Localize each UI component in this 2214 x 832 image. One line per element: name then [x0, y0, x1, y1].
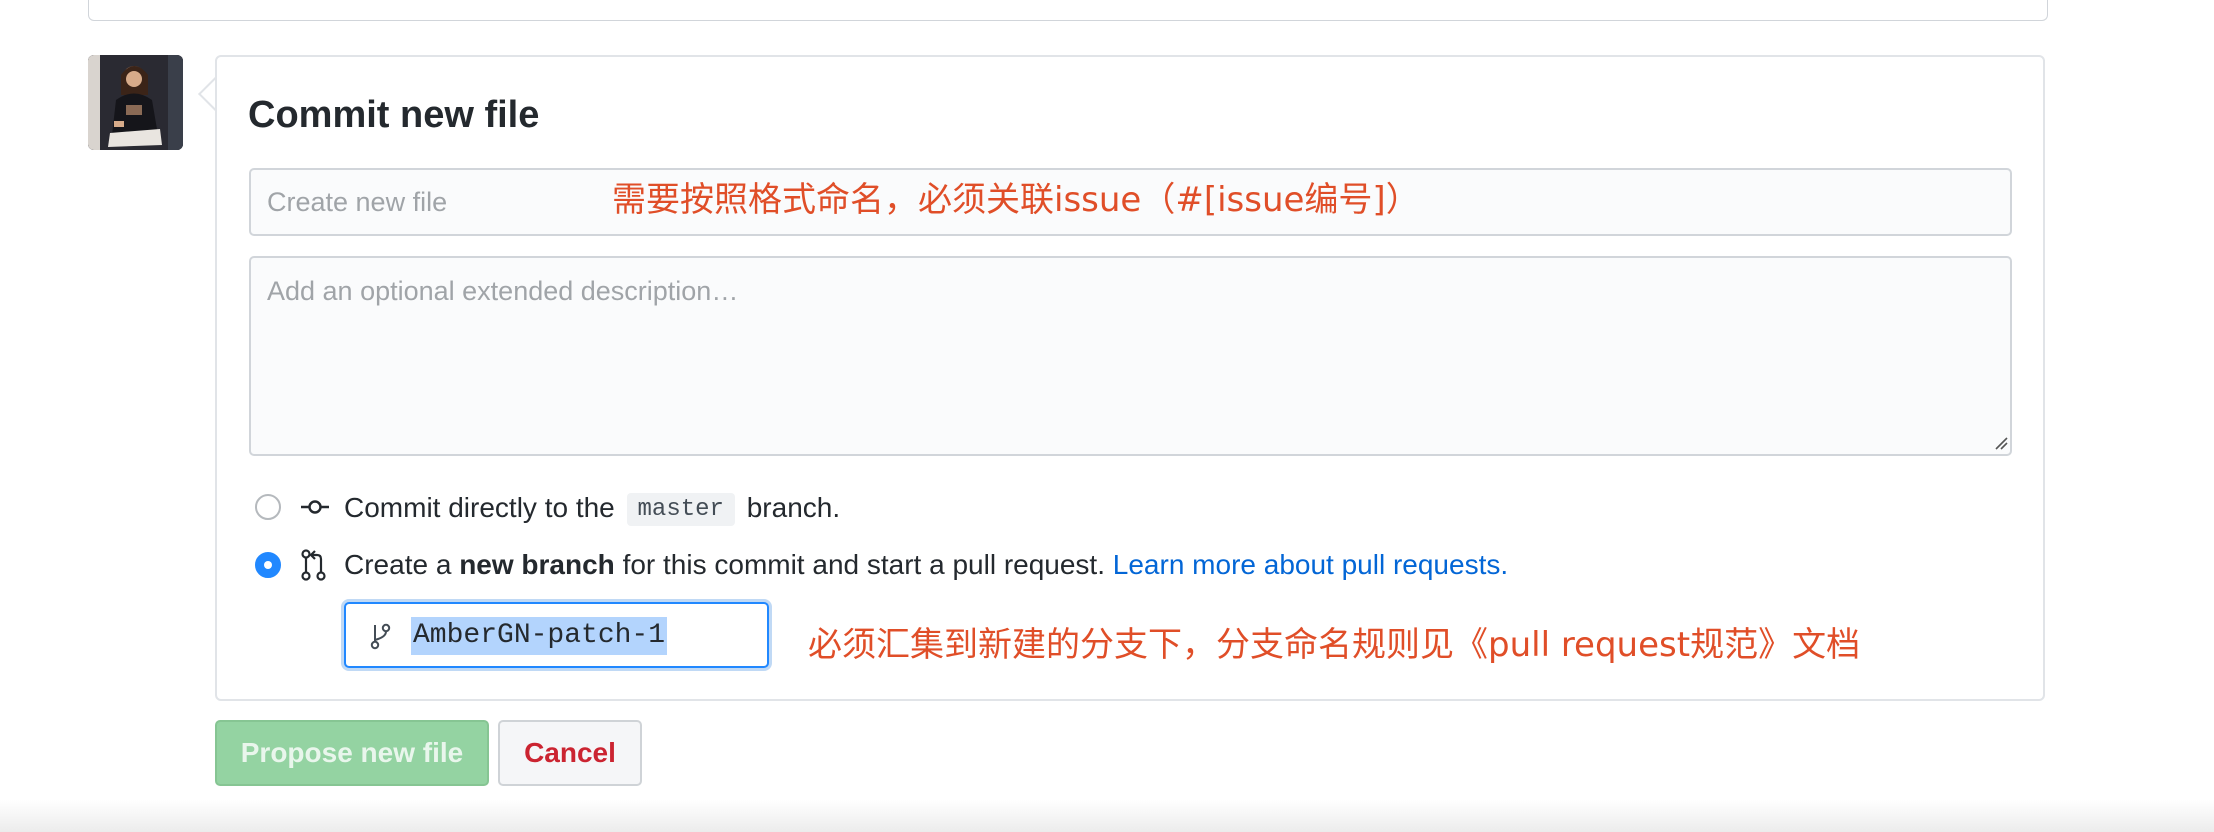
option-new-branch-label: Create a new branch for this commit and …	[344, 549, 1508, 581]
option-new-bold: new branch	[459, 549, 615, 580]
previous-panel-edge	[88, 0, 2048, 21]
branch-name-input[interactable]: AmberGN-patch-1	[344, 602, 769, 668]
git-branch-icon	[370, 623, 391, 650]
branch-annotation: 必须汇集到新建的分支下，分支命名规则见《pull request规范》文档	[808, 625, 1861, 665]
option-direct-suffix: branch.	[746, 492, 841, 523]
master-branch-code: master	[626, 493, 735, 526]
option-direct-prefix: Commit directly to the	[344, 492, 615, 523]
cancel-button[interactable]: Cancel	[498, 720, 642, 786]
learn-more-pull-requests-link[interactable]: Learn more about pull requests.	[1113, 549, 1508, 580]
commit-title: Commit new file	[248, 94, 540, 136]
user-avatar[interactable]	[88, 55, 183, 150]
radio-new-branch[interactable]	[255, 552, 281, 578]
git-commit-icon	[301, 500, 329, 514]
branch-name-value: AmberGN-patch-1	[411, 617, 668, 655]
option-new-prefix: Create a	[344, 549, 452, 580]
resize-grip-icon[interactable]	[1994, 436, 2008, 450]
summary-annotation: 需要按照格式命名，必须关联issue（#[issue编号]）	[612, 180, 1420, 220]
page-bottom-edge	[0, 800, 2214, 832]
git-pull-request-icon	[301, 549, 326, 581]
commit-description-input[interactable]	[249, 256, 2012, 456]
option-commit-directly-label: Commit directly to the master branch.	[344, 492, 840, 526]
option-new-middle: for this commit and start a pull request…	[622, 549, 1105, 580]
radio-commit-directly[interactable]	[255, 494, 281, 520]
propose-new-file-button[interactable]: Propose new file	[215, 720, 489, 786]
